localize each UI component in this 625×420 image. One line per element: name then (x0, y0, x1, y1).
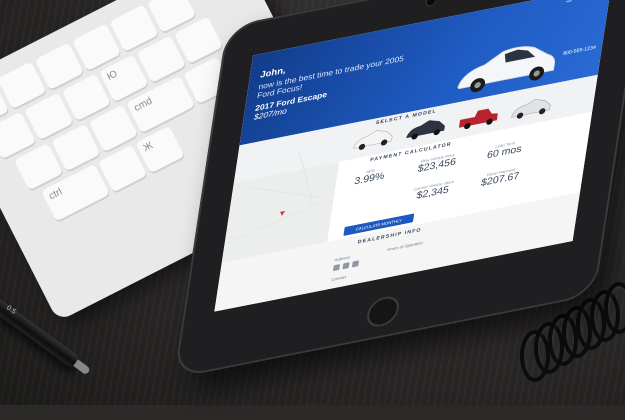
nav-item[interactable]: ▪▪▪ (565, 0, 572, 5)
facebook-icon[interactable] (332, 264, 341, 272)
twitter-icon[interactable] (342, 262, 350, 270)
model-thumb-white-suv[interactable] (351, 124, 396, 154)
home-button[interactable] (364, 293, 402, 330)
calc-trade-value[interactable]: Current Vehicle Value $2,345 (400, 177, 466, 205)
address-label: Address (334, 254, 351, 263)
calc-down-payment[interactable]: Down Payment $207.67 (468, 163, 534, 191)
nav-item[interactable]: ▪▪▪ (582, 0, 589, 2)
calc-apr[interactable]: APR 3.99% (337, 163, 403, 191)
camera-icon (426, 0, 436, 7)
hours-label: Hours of Operation (386, 240, 424, 252)
header-nav: ▪▪▪ ▪▪▪ ▪▪▪ (565, 0, 604, 5)
model-thumb-red-truck[interactable] (456, 103, 501, 133)
contact-label: Contact (331, 274, 347, 282)
calc-loan-term[interactable]: Loan Term 60 mos (472, 136, 538, 164)
tablet-screen: ▪▪▪ ▪▪▪ ▪▪▪ John, now is the best time t… (214, 0, 612, 312)
model-thumb-silver-suv[interactable] (509, 93, 554, 123)
instagram-icon[interactable] (351, 260, 360, 268)
hero-text: John, now is the best time to trade your… (253, 34, 420, 122)
map-road (226, 201, 322, 244)
phone-number[interactable]: 800-555-1234 (563, 45, 597, 57)
